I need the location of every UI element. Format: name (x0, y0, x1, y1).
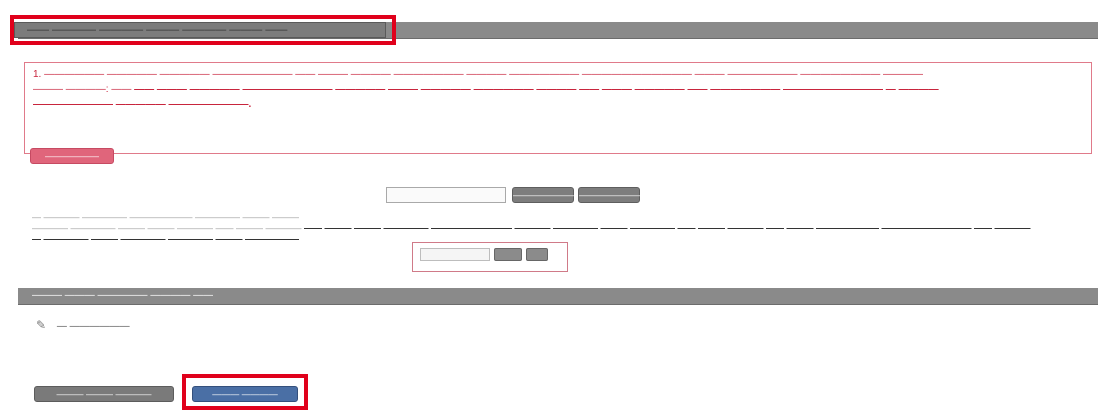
notice-line-2: ——— ————: —— —— ——— ————— ————————— ————… (33, 82, 1083, 97)
notice-line-2-b: —— ——— ————— ————————— ————— ——— ————— —… (134, 84, 939, 95)
info-line-2-b: —— ——— ——— ————— ————————— ———— ————— ——… (304, 223, 1031, 233)
upload-file-input[interactable] (386, 187, 506, 203)
upload-button-2[interactable]: ——————— (578, 187, 642, 203)
notice-box: 1. —————— ————— ————— ———————— —— ——— ——… (24, 62, 1092, 154)
notice-line-3: ———————— ————— ————————. (33, 99, 252, 110)
notice-line-1: 1. —————— ————— ————— ———————— —— ——— ——… (33, 69, 924, 80)
pink-action-button[interactable]: —————— (30, 148, 114, 164)
mini-form-button-1[interactable] (494, 248, 522, 261)
info-line-1: — ———— ————— ——————— ————— ——— ——— (32, 212, 300, 222)
upload-button-1[interactable]: ——————— (512, 187, 576, 203)
section-header-2-title: ——— ——— ————— ———— —— (32, 290, 214, 301)
upload-info: — ———— ————— ——————— ————— ——— ——— ———— … (32, 212, 1072, 245)
mini-form-button-2[interactable] (526, 248, 548, 261)
pencil-icon: ✎ (36, 318, 47, 332)
section-header-2: ——— ——— ————— ———— —— (18, 288, 1098, 305)
file-item[interactable]: ✎ — —————— (36, 318, 130, 332)
info-line-2-a: ———— ————— ——— ——— ———— —— ——— ———— (32, 223, 302, 233)
file-item-label: — —————— (56, 321, 130, 332)
mini-form-input[interactable] (420, 248, 490, 261)
bottom-button-secondary[interactable]: ——— ——— ———— (34, 386, 174, 402)
highlight-frame-tab (10, 15, 396, 45)
notice-line-2-a: ——— ————: —— (33, 84, 132, 95)
highlight-frame-bottom (182, 374, 308, 410)
info-line-2: ———— ————— ——— ——— ———— —— ——— ———— —— —… (32, 223, 1072, 234)
